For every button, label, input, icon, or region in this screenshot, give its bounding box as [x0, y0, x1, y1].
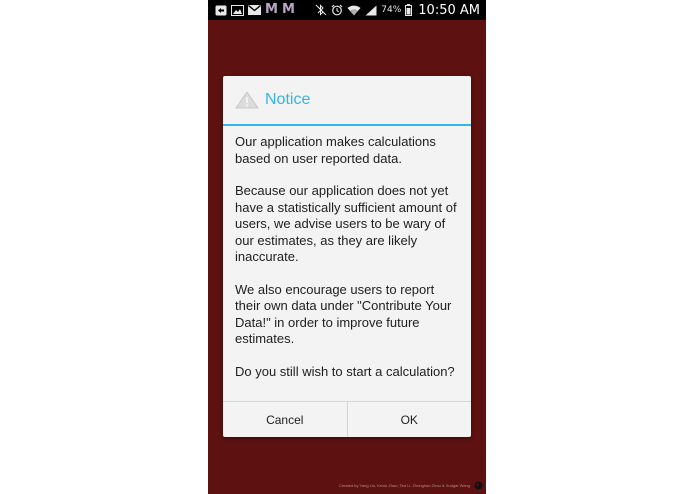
screenshot-icon: [215, 3, 227, 17]
message-paragraph-4: Do you still wish to start a calculation…: [235, 363, 455, 379]
notice-dialog: Notice Our application makes calculation…: [223, 76, 471, 437]
title-divider: [223, 124, 471, 126]
battery-icon: [405, 3, 413, 17]
m-app-icon-2: M: [281, 2, 295, 17]
battery-percent: 74%: [381, 5, 402, 15]
status-bar-notifications: M M: [208, 3, 295, 17]
ok-button[interactable]: OK: [348, 402, 472, 437]
status-bar: M M 74% 10:50 AM: [208, 0, 486, 20]
credits-text: Created by Yang Liu, Kevin Zhao, Ted Li,…: [338, 483, 470, 488]
message-paragraph-3: We also encourage users to report their …: [235, 281, 452, 347]
message-paragraph-1: Our application makes calculations based…: [235, 134, 436, 166]
gmail-icon: [248, 3, 261, 17]
m-app-icon: M: [265, 2, 278, 17]
app-screen: M M 74% 10:50 AM Notice Our application …: [208, 0, 486, 494]
dialog-message: Our application makes calculations based…: [235, 134, 463, 396]
warning-icon: [235, 91, 259, 109]
cancel-button[interactable]: Cancel: [223, 402, 347, 437]
gallery-icon: [231, 3, 244, 17]
app-logo-icon: [474, 481, 483, 490]
message-paragraph-2: Because our application does not yet hav…: [235, 183, 457, 264]
alarm-icon: [331, 3, 343, 17]
status-bar-system: 74% 10:50 AM: [315, 3, 486, 18]
signal-icon: [365, 3, 377, 17]
wifi-icon: [347, 3, 361, 17]
bluetooth-mute-icon: [315, 3, 327, 17]
dialog-buttons: Cancel OK: [223, 402, 471, 437]
dialog-header: Notice: [223, 76, 471, 124]
clock: 10:50 AM: [418, 2, 480, 18]
dialog-title: Notice: [265, 91, 311, 108]
